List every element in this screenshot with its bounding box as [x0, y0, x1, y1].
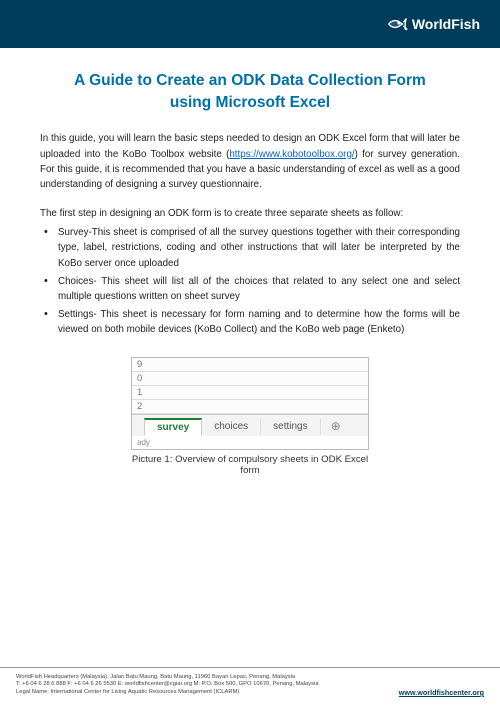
excel-row: 1: [132, 386, 368, 400]
intro-paragraph: In this guide, you will learn the basic …: [40, 131, 460, 192]
steps-list: Survey-This sheet is comprised of all th…: [40, 225, 460, 337]
list-item: Settings- This sheet is necessary for fo…: [58, 307, 460, 337]
tab-settings[interactable]: settings: [261, 419, 320, 434]
tab-choices[interactable]: choices: [202, 419, 261, 434]
excel-row: 0: [132, 372, 368, 386]
excel-row: 9: [132, 358, 368, 372]
fish-icon: [386, 13, 408, 35]
footer-url[interactable]: www.worldfishcenter.org: [399, 688, 484, 697]
tab-survey[interactable]: survey: [144, 418, 202, 436]
page-footer: WorldFish Headquarters (Malaysia), Jalan…: [0, 667, 500, 707]
brand-text: WorldFish: [412, 16, 480, 32]
add-sheet-icon[interactable]: ⊕: [327, 419, 345, 433]
list-item: Choices- This sheet will list all of the…: [58, 274, 460, 304]
footer-line: WorldFish Headquarters (Malaysia), Jalan…: [16, 674, 319, 682]
steps-lead: The first step in designing an ODK form …: [40, 206, 460, 221]
list-item: Survey-This sheet is comprised of all th…: [58, 225, 460, 271]
title-line-2: using Microsoft Excel: [170, 94, 330, 111]
kobo-link[interactable]: https://www.kobotoolbox.org/: [229, 149, 354, 160]
excel-status: ady: [132, 436, 368, 449]
footer-line: Legal Name: International Center for Liv…: [16, 689, 319, 697]
footer-line: T: +6 04 6 28 6 888 F: +6 04 6 26 5530 E…: [16, 681, 319, 689]
title-line-1: A Guide to Create an ODK Data Collection…: [74, 72, 426, 89]
document-body: A Guide to Create an ODK Data Collection…: [0, 48, 500, 476]
page-title: A Guide to Create an ODK Data Collection…: [40, 70, 460, 113]
footer-address: WorldFish Headquarters (Malaysia), Jalan…: [16, 674, 319, 697]
excel-tabs-bar: survey choices settings ⊕: [132, 414, 368, 436]
brand-logo: WorldFish: [386, 13, 480, 35]
excel-snippet: 9 0 1 2 survey choices settings ⊕ ady: [131, 357, 369, 450]
excel-row: 2: [132, 400, 368, 414]
figure-caption: Picture 1: Overview of compulsory sheets…: [131, 454, 369, 476]
header-bar: WorldFish: [0, 0, 500, 48]
excel-figure: 9 0 1 2 survey choices settings ⊕ ady Pi…: [131, 357, 369, 476]
